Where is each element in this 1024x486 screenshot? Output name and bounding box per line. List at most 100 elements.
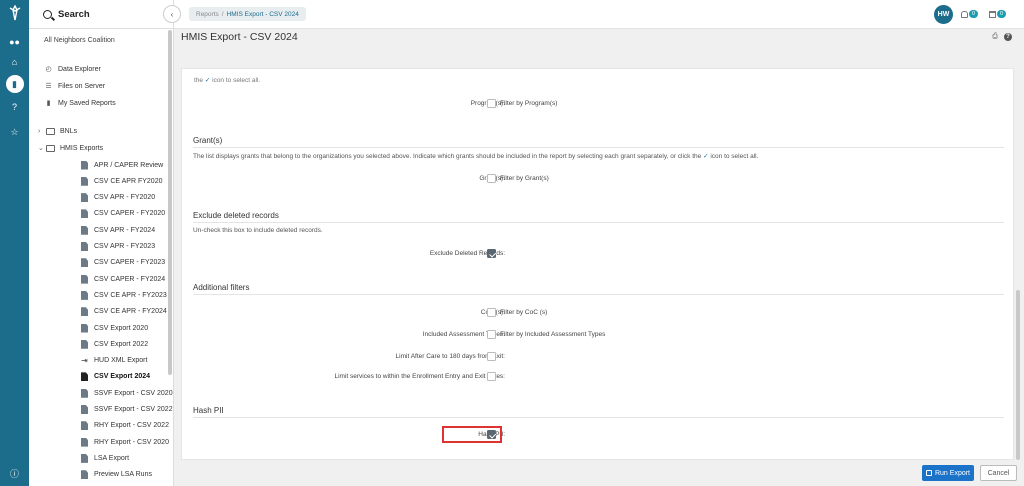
assessment-types-text[interactable]: Filter by Included Assessment Types (500, 331, 605, 338)
folder-open-icon (46, 144, 55, 152)
users-icon[interactable]: ●● (0, 33, 29, 51)
reports-icon[interactable]: ▮ (0, 75, 29, 93)
document-icon (81, 470, 88, 480)
document-icon (81, 388, 88, 398)
grants-filter-checkbox[interactable] (487, 174, 496, 183)
limit-services-checkbox[interactable] (487, 372, 496, 381)
gauge-icon: ◴ (45, 66, 52, 73)
breadcrumb-current: HMIS Export - CSV 2024 (226, 10, 299, 18)
export-list-item[interactable]: CSV Export 2020 (81, 322, 148, 334)
calendar-button[interactable]: 0 (989, 10, 1007, 18)
sidebar: Search All Neighbors Coalition ◴ Data Ex… (29, 0, 174, 486)
avatar[interactable]: HW (934, 5, 953, 24)
star-icon[interactable]: ☆ (0, 123, 29, 141)
highlight-box (442, 426, 502, 443)
document-icon (81, 307, 88, 317)
sidebar-item-files-on-server[interactable]: ☰ Files on Server (44, 80, 105, 92)
notifications-badge: 0 (969, 10, 979, 18)
select-all-icon[interactable]: ✓ (703, 153, 708, 160)
document-icon (81, 258, 88, 268)
sidebar-item-my-saved-reports[interactable]: ▮ My Saved Reports (44, 97, 116, 109)
document-icon: ▮ (46, 100, 51, 107)
breadcrumb-separator: / (221, 10, 224, 18)
export-list-item[interactable]: RHY Export - CSV 2020 (81, 436, 169, 448)
calendar-badge: 0 (997, 10, 1007, 18)
coc-filter-text[interactable]: Filter by CoC (s) (500, 309, 547, 316)
app-logo-icon[interactable] (0, 4, 29, 22)
limit-services-label: Limit services to within the Enrollment … (334, 373, 505, 380)
home-icon[interactable]: ⌂ (0, 53, 29, 71)
page-actions: ⎙ ? (991, 33, 1012, 41)
export-list-item[interactable]: CSV APR - FY2024 (81, 224, 155, 236)
exclude-deleted-checkbox[interactable] (487, 249, 496, 258)
export-list-item[interactable]: ⇥ HUD XML Export (81, 355, 147, 367)
breadcrumb-reports[interactable]: Reports (196, 11, 219, 18)
export-list-item[interactable]: SSVF Export - CSV 2022 (81, 404, 173, 416)
page-title: HMIS Export - CSV 2024 (181, 31, 298, 43)
assessment-types-checkbox[interactable] (487, 330, 496, 339)
import-arrow-icon: ⇥ (81, 356, 88, 366)
document-icon (81, 225, 88, 235)
divider (193, 222, 1004, 223)
deleted-section-title: Exclude deleted records (193, 211, 279, 220)
cancel-button[interactable]: Cancel (980, 465, 1017, 481)
sidebar-scrollbar[interactable] (168, 30, 172, 375)
help-icon[interactable]: ? (1004, 33, 1012, 41)
grants-filter-text[interactable]: Filter by Grant(s) (500, 175, 549, 182)
organization-name: All Neighbors Coalition (44, 37, 115, 44)
document-icon (81, 421, 88, 431)
help-icon[interactable]: ? (0, 98, 29, 116)
export-list-item[interactable]: CSV CE APR FY2020 (81, 175, 162, 187)
export-list-item[interactable]: CSV CE APR - FY2024 (81, 306, 167, 318)
search-icon (43, 9, 52, 19)
export-form-card: the ✓ icon to select all. Program(s): Fi… (181, 68, 1014, 460)
folder-hmis-exports[interactable]: ⌄ HMIS Exports (38, 142, 103, 154)
document-icon (81, 437, 88, 447)
additional-filters-title: Additional filters (193, 283, 250, 292)
export-list-item[interactable]: CSV CAPER - FY2023 (81, 257, 165, 269)
export-list-item[interactable]: CSV CAPER - FY2024 (81, 273, 165, 285)
folder-bnls[interactable]: › BNLs (38, 125, 77, 137)
coc-filter-checkbox[interactable] (487, 308, 496, 317)
programs-filter-checkbox[interactable] (487, 99, 496, 108)
export-icon (925, 470, 932, 476)
document-icon (81, 176, 88, 186)
export-list-item[interactable]: APR / CAPER Review (81, 159, 163, 171)
document-icon (81, 339, 88, 349)
collapse-sidebar-button[interactable]: ‹ (163, 5, 181, 23)
print-icon[interactable]: ⎙ (991, 33, 999, 41)
select-all-icon[interactable]: ✓ (205, 77, 210, 84)
sidebar-item-data-explorer[interactable]: ◴ Data Explorer (44, 63, 100, 75)
app-rail: ●● ⌂ ▮ ? ☆ ⓘ (0, 0, 29, 486)
export-list-item[interactable]: SSVF Export - CSV 2020 (81, 387, 173, 399)
export-list-item[interactable]: RHY Export - CSV 2022 (81, 420, 169, 432)
export-list-item[interactable]: Preview LSA Runs (81, 469, 152, 481)
grants-section-description: The list displays grants that belong to … (193, 153, 759, 160)
sidebar-search[interactable]: Search (29, 0, 174, 29)
document-icon (81, 160, 88, 170)
help-circle-icon[interactable]: ⓘ (0, 464, 29, 482)
run-export-button[interactable]: Run Export (922, 465, 974, 481)
content-scrollbar[interactable] (1016, 290, 1020, 460)
export-list-item[interactable]: CSV CAPER - FY2020 (81, 208, 165, 220)
export-list-item[interactable]: CSV Export 2024 (81, 371, 150, 383)
chevron-left-icon: ‹ (170, 9, 174, 19)
divider (193, 294, 1004, 295)
list-icon: ☰ (45, 83, 52, 90)
export-list-item[interactable]: CSV CE APR - FY2023 (81, 289, 167, 301)
export-list-item[interactable]: LSA Export (81, 452, 129, 464)
programs-filter-text[interactable]: Filter by Program(s) (500, 100, 557, 107)
document-icon (81, 453, 88, 463)
program-section-description: the ✓ icon to select all. (194, 77, 261, 84)
notifications-button[interactable]: 0 (961, 10, 979, 18)
document-icon (81, 323, 88, 333)
export-list-item[interactable]: CSV Export 2022 (81, 338, 148, 350)
chevron-down-icon: ⌄ (38, 145, 44, 152)
chevron-right-icon: › (38, 127, 41, 135)
document-icon (81, 372, 88, 382)
after-care-checkbox[interactable] (487, 352, 496, 361)
export-list-item[interactable]: CSV APR - FY2023 (81, 241, 155, 253)
document-icon (81, 242, 88, 251)
export-list-item[interactable]: CSV APR - FY2020 (81, 192, 155, 204)
search-label: Search (58, 8, 90, 20)
